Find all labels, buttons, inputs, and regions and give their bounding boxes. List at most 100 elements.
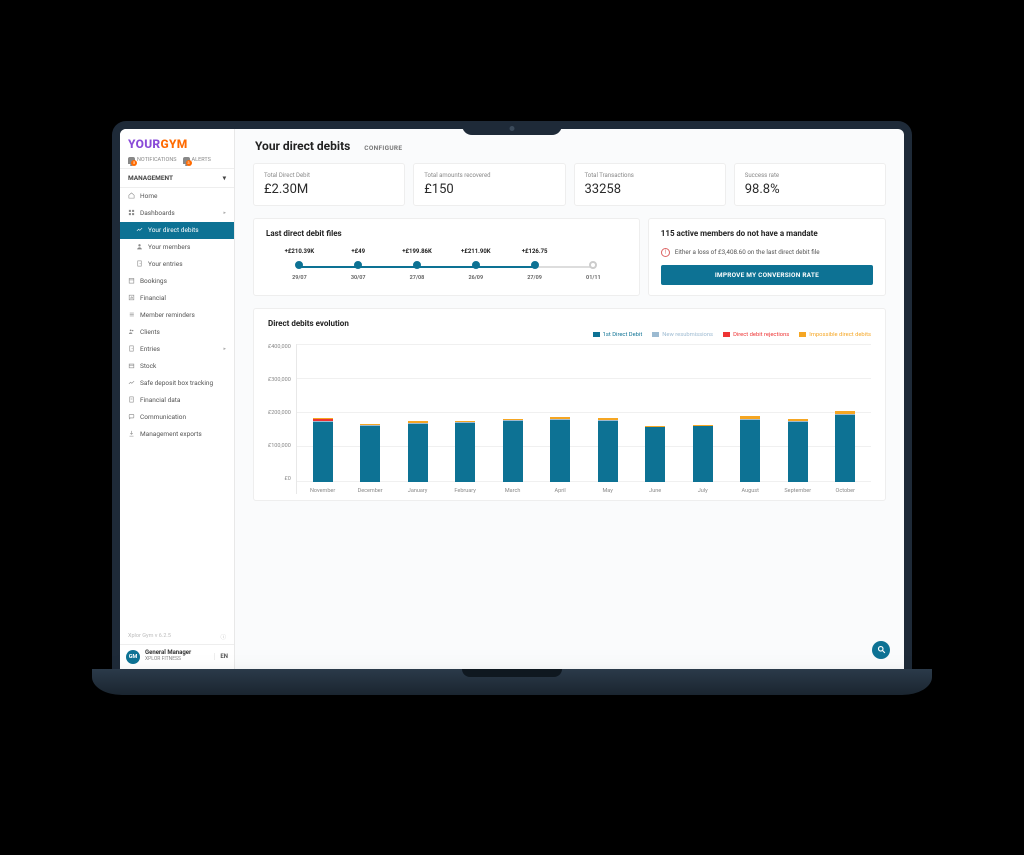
timeline-amount: +£210.39K [285,248,315,255]
sidebar-item-bookings[interactable]: Bookings [120,273,234,290]
logo: YOURGYM [120,135,234,157]
x-tick: August [742,488,759,494]
x-tick: March [505,488,521,494]
kpi-label: Total Transactions [585,172,715,179]
x-tick: July [698,488,708,494]
doc-icon [128,396,135,405]
bar-segment [788,422,808,482]
user-bar[interactable]: GM General Manager XPLOR FITNESS EN [120,644,234,669]
sidebar-item-reminders[interactable]: Member reminders [120,307,234,324]
stacked-bar[interactable] [455,421,475,482]
sidebar-item-label: Home [140,192,158,200]
sidebar-item-label: Member reminders [140,311,195,319]
section-management[interactable]: MANAGEMENT ▾ [120,168,234,188]
user-org: XPLOR FITNESS [145,657,191,663]
stacked-bar[interactable] [503,419,523,482]
sidebar-item-stock[interactable]: Stock [120,358,234,375]
chat-icon [128,413,135,422]
kpi-card: Total Direct Debit£2.30M [253,163,405,206]
bar-segment [835,415,855,481]
configure-link[interactable]: CONFIGURE [364,144,402,152]
avatar: GM [126,650,140,664]
kpi-label: Success rate [745,172,875,179]
warning-text: Either a loss of £3,408.60 on the last d… [675,248,820,256]
timeline-item[interactable]: 01/11 [564,248,623,281]
nav: Home Dashboards▸Your direct debitsYour me… [120,188,234,443]
timeline-item[interactable]: +£199.86K27/08 [388,248,447,281]
bar-column: March [489,356,537,482]
stacked-bar[interactable] [598,418,618,481]
sidebar-item-safebox[interactable]: Safe deposit box tracking [120,375,234,392]
bar-segment [408,424,428,482]
mandate-card: 115 active members do not have a mandate… [648,218,886,296]
stacked-bar[interactable] [645,426,665,482]
stacked-bar[interactable] [550,417,570,481]
sidebar-item-comm[interactable]: Communication [120,409,234,426]
kpi-value: £2.30M [264,182,394,197]
bar-segment [693,426,713,481]
sidebar-item-entries[interactable]: Your entries [120,256,234,273]
stacked-bar[interactable] [740,416,760,482]
timeline-dot [354,261,362,269]
bar-column: April [536,356,584,482]
chevron-down-icon: ▾ [223,174,226,182]
card-title: 115 active members do not have a mandate [661,229,873,238]
timeline-item[interactable]: +£211.90K26/09 [446,248,505,281]
timeline-date: 27/08 [410,275,425,281]
x-tick: December [358,488,383,494]
sidebar-item-members[interactable]: Your members [120,239,234,256]
chevron-right-icon: ▸ [223,346,226,352]
x-tick: January [408,488,428,494]
y-tick: £400,000 [268,344,291,350]
timeline-amount: +£211.90K [461,248,491,255]
main-content: Your direct debits CONFIGURE Total Direc… [235,129,904,669]
timeline-item[interactable]: +£4930/07 [329,248,388,281]
stacked-bar[interactable] [693,425,713,482]
alerts-link[interactable]: 3 ALERTS [183,157,211,164]
y-tick: £100,000 [268,443,291,449]
sidebar-item-label: Bookings [140,277,167,285]
sidebar-item-financial[interactable]: Financial [120,290,234,307]
bar-segment [455,423,475,482]
chart-card: Direct debits evolution 1st Direct Debit… [253,308,886,501]
grid-icon [128,209,135,218]
stacked-bar[interactable] [788,419,808,481]
search-icon [877,645,886,654]
y-tick: £0 [285,476,291,482]
finance-icon [128,294,135,303]
sidebar-item-dashboards[interactable]: Dashboards▸ [120,205,234,222]
timeline-item[interactable]: +£126.7527/09 [505,248,564,281]
sidebar-item-clients[interactable]: Clients [120,324,234,341]
sidebar-item-findata[interactable]: Financial data [120,392,234,409]
stacked-bar[interactable] [408,421,428,481]
x-tick: April [555,488,566,494]
sidebar-item-exports[interactable]: Management exports [120,426,234,443]
notifications-badge: 5 [131,160,137,166]
stacked-bar[interactable] [313,418,333,482]
timeline-dot [531,261,539,269]
stacked-bar[interactable] [835,411,855,482]
notifications-link[interactable]: 5 NOTIFICATIONS [128,157,177,164]
sidebar-item-label: Stock [140,362,156,370]
bar-segment [313,422,333,481]
sidebar-item-label: Management exports [140,430,202,438]
door-icon [128,345,135,354]
warning-icon: ! [661,248,670,257]
home-icon [128,192,135,201]
timeline-dot [589,261,597,269]
lang-switch[interactable]: EN [214,653,228,660]
improve-conversion-button[interactable]: IMPROVE MY CONVERSION RATE [661,265,873,285]
sidebar-item-label: Financial [140,294,166,302]
sidebar-item-entries2[interactable]: Entries▸ [120,341,234,358]
sidebar-item-direct-debits[interactable]: Your direct debits [120,222,234,239]
calendar-icon [128,277,135,286]
user-icon [136,243,143,252]
box-icon [128,362,135,371]
sidebar-item-home[interactable]: Home [120,188,234,205]
download-icon [128,430,135,439]
card-title: Last direct debit files [266,229,627,238]
list-icon [128,311,135,320]
search-fab[interactable] [872,641,890,659]
timeline-item[interactable]: +£210.39K29/07 [270,248,329,281]
stacked-bar[interactable] [360,424,380,482]
